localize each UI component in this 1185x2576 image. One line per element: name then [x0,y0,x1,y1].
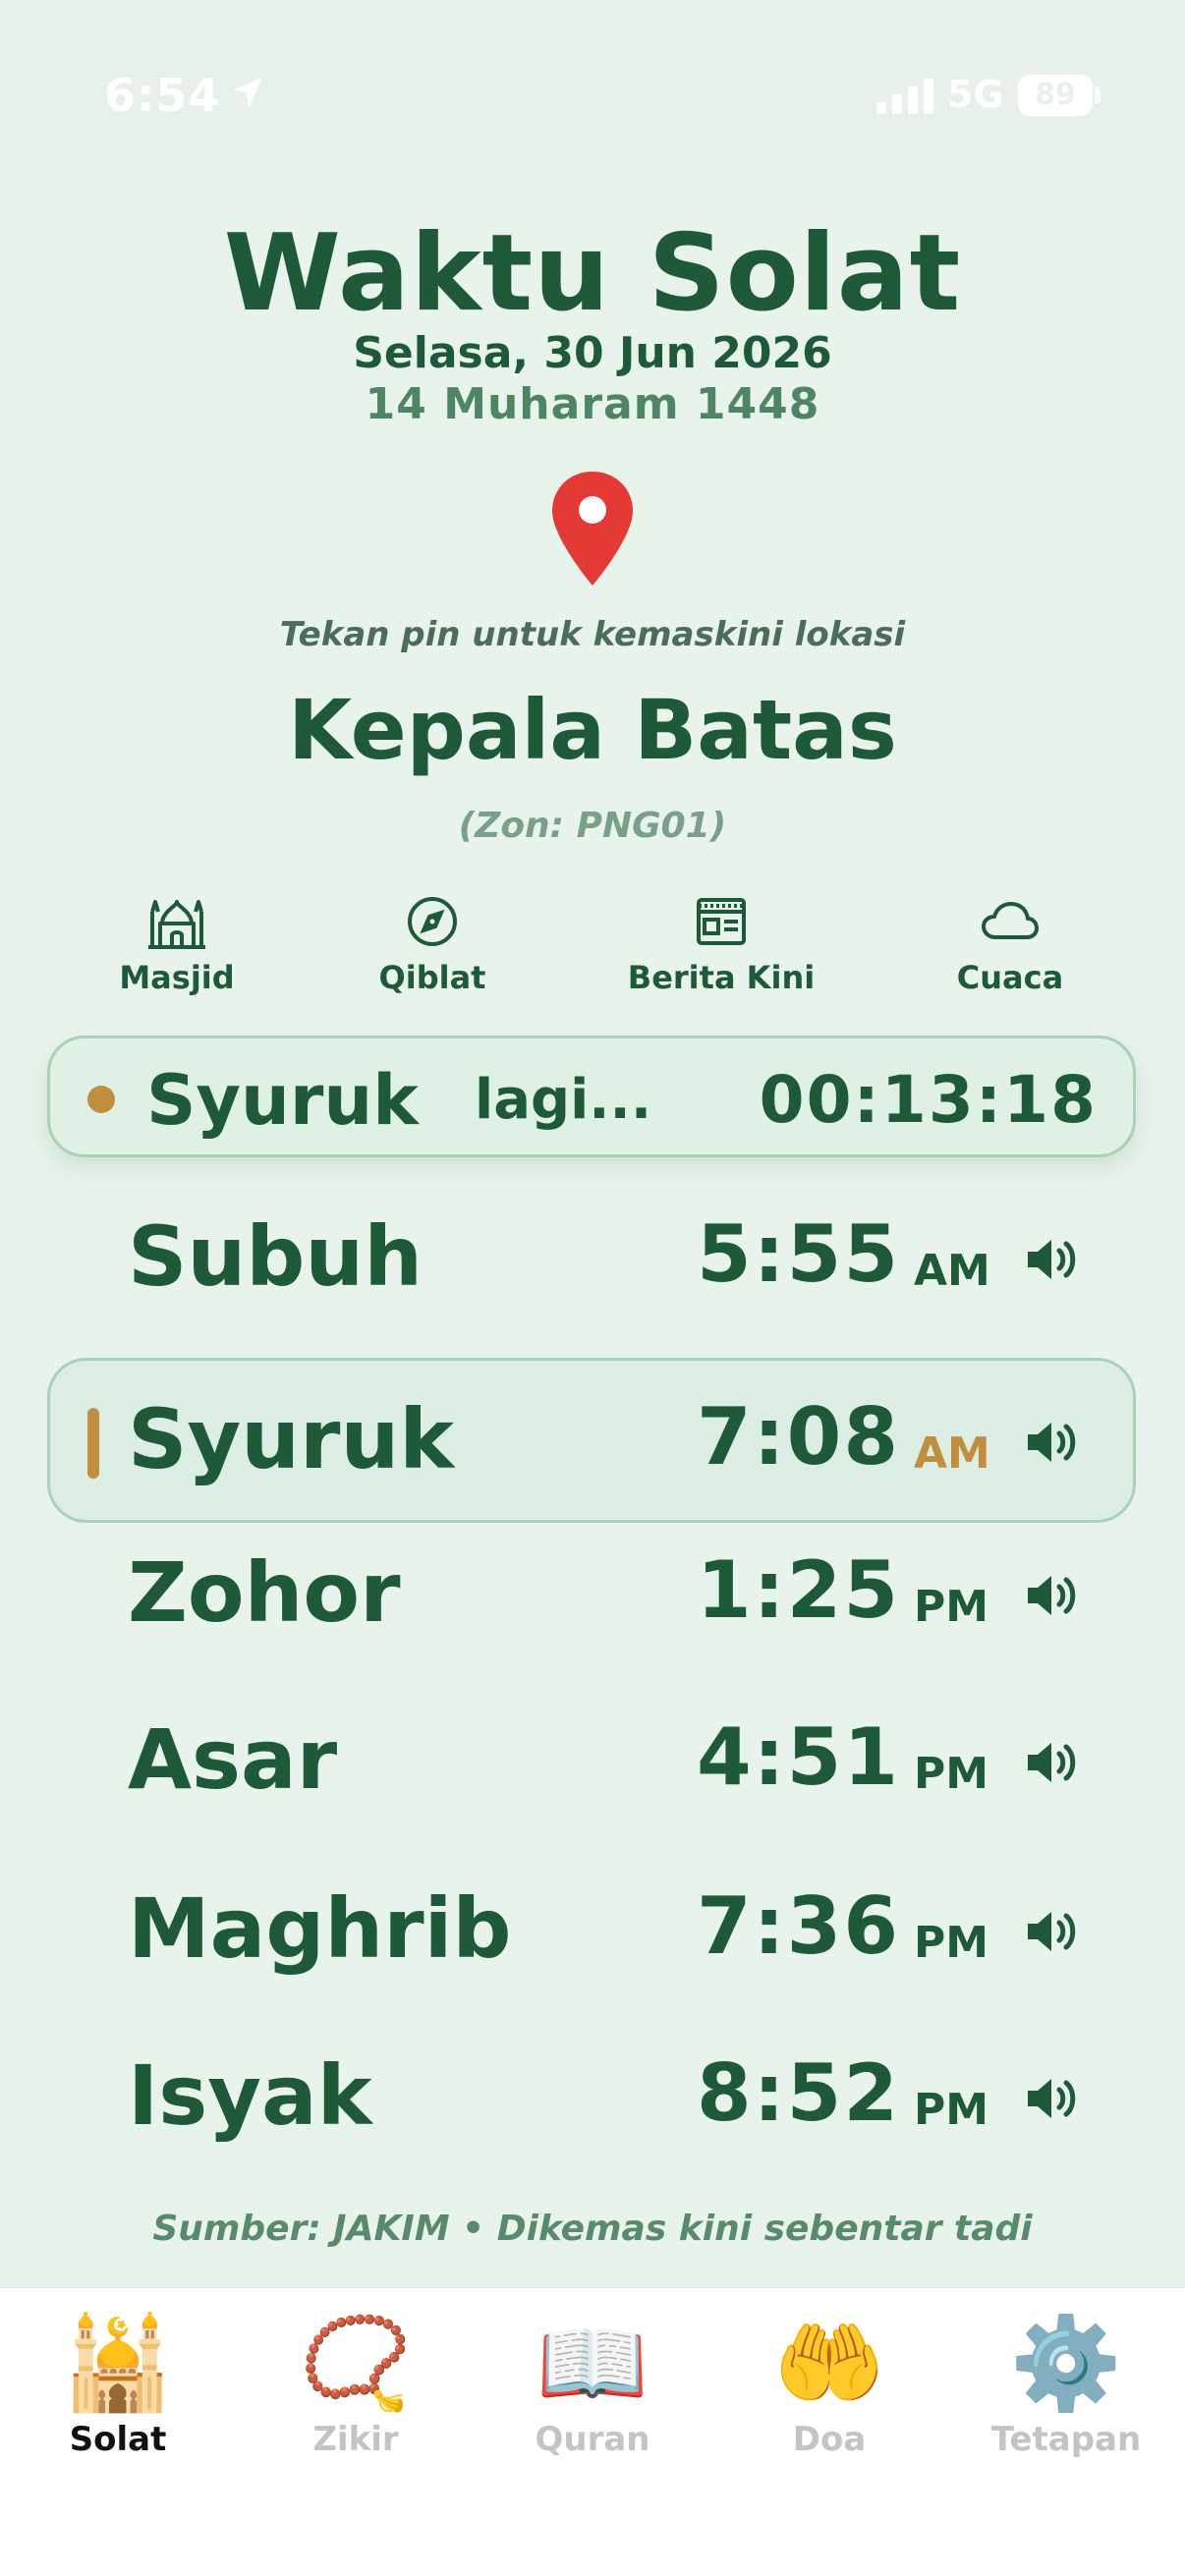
quick-action-label: Qiblat [378,959,486,996]
prayer-ampm: PM [914,1918,989,1968]
prayer-row-subuh: Subuh 5:55 AM [47,1175,1136,1340]
prayer-beads-icon: 📿 [299,2311,413,2416]
prayer-time: 1:25 [697,1544,900,1636]
prayer-time: 8:52 [697,2047,900,2139]
tab-solat[interactable]: 🕌 Solat [20,2310,216,2459]
quick-action-label: Berita Kini [627,959,816,996]
gregorian-date: Selasa, 30 Jun 2026 [353,328,832,378]
prayer-name: Asar [128,1711,338,1808]
next-prayer-countdown: Syuruk lagi... 00:13:18 [47,1036,1136,1157]
active-prayer-indicator [87,1408,99,1479]
speaker-icon[interactable] [1024,2073,1079,2124]
prayer-ampm: AM [914,1428,990,1479]
network-type: 5G [947,73,1004,116]
tab-label: Tetapan [990,2420,1142,2459]
speaker-icon[interactable] [1024,1417,1079,1468]
prayer-name: Subuh [128,1208,423,1305]
battery-tip [1095,86,1100,104]
quick-action-label: Cuaca [956,959,1064,996]
mosque-emoji-icon: 🕌 [61,2311,175,2416]
prayer-row-zohor: Zohor 1:25 PM [47,1511,1136,1676]
speaker-icon[interactable] [1024,1234,1079,1285]
cloud-icon [982,902,1039,939]
countdown-indicator-dot [87,1086,115,1113]
mosque-icon [148,900,205,949]
prayer-row-syuruk: Syuruk 7:08 AM [47,1358,1136,1523]
status-time: 6:54 [104,69,221,122]
countdown-prayer-name: Syuruk [146,1060,419,1141]
prayer-time: 5:55 [697,1208,900,1300]
gear-icon: ⚙️ [1009,2311,1123,2416]
location-name[interactable]: Kepala Batas [0,682,1185,778]
tab-quran[interactable]: 📖 Quran [494,2310,691,2459]
prayer-time: 7:08 [697,1391,900,1483]
speaker-icon[interactable] [1024,1906,1079,1957]
bottom-tab-bar: 🕌 Solat 📿 Zikir 📖 Quran 🤲 Doa ⚙️ Tetapan [0,2287,1185,2576]
prayer-ampm: PM [914,1582,989,1632]
quick-action-qiblat[interactable]: Qiblat [324,894,540,996]
tab-label: Quran [535,2420,650,2459]
tab-doa[interactable]: 🤲 Doa [731,2310,928,2459]
cellular-signal-icon [876,79,933,114]
compass-icon [408,897,457,946]
quick-action-masjid[interactable]: Masjid [69,894,285,996]
speaker-icon[interactable] [1024,1570,1079,1621]
status-bar: 6:54 5G 89 [0,0,1185,181]
prayer-name: Maghrib [128,1880,512,1977]
location-pin-icon[interactable] [548,468,637,589]
prayer-ampm: PM [914,2085,989,2135]
prayer-ampm: AM [914,1246,990,1296]
main-content: Waktu Solat Selasa, 30 Jun 2026 14 Muhar… [0,181,1185,2287]
quick-action-cuaca[interactable]: Cuaca [902,894,1118,996]
location-zone: (Zon: PNG01) [458,806,727,846]
data-source-note: Sumber: JAKIM • Dikemas kini sebentar ta… [152,2209,1033,2249]
prayer-row-maghrib: Maghrib 7:36 PM [47,1847,1136,2012]
tab-tetapan[interactable]: ⚙️ Tetapan [968,2310,1164,2459]
quick-action-label: Masjid [119,959,235,996]
newspaper-icon [697,898,746,945]
prayer-times-screen: 6:54 5G 89 Waktu Solat Selasa, 30 Jun 20… [0,0,1185,2576]
prayer-row-asar: Asar 4:51 PM [47,1678,1136,1843]
countdown-timer: 00:13:18 [759,1062,1098,1138]
prayer-time: 7:36 [697,1880,900,1972]
tab-zikir[interactable]: 📿 Zikir [257,2310,454,2459]
open-book-icon: 📖 [536,2311,649,2416]
prayer-name: Isyak [128,2047,372,2144]
palms-up-icon: 🤲 [772,2311,886,2416]
prayer-name: Zohor [128,1544,401,1641]
prayer-row-isyak: Isyak 8:52 PM [47,2014,1136,2179]
quick-action-berita[interactable]: Berita Kini [613,894,829,996]
prayer-ampm: PM [914,1749,989,1799]
hijri-date: 14 Muharam 1448 [365,379,820,429]
tab-label: Doa [792,2420,867,2459]
countdown-label: lagi... [475,1068,652,1132]
tab-label: Zikir [312,2420,399,2459]
speaker-icon[interactable] [1024,1737,1079,1788]
prayer-time: 4:51 [697,1711,900,1803]
battery-icon: 89 [1018,75,1093,116]
location-hint: Tekan pin untuk kemaskini lokasi [279,615,906,654]
page-title: Waktu Solat [223,212,962,335]
tab-label: Solat [69,2420,167,2459]
location-arrow-icon [233,78,262,107]
prayer-name: Syuruk [128,1391,455,1487]
